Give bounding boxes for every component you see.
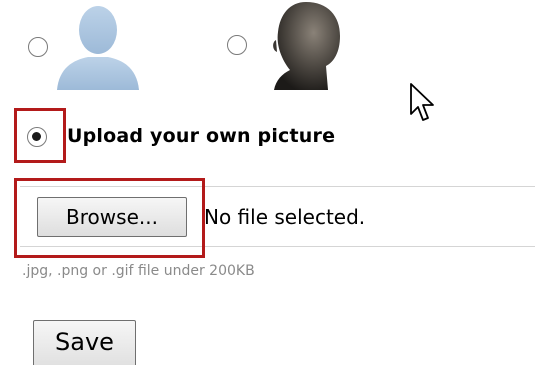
file-status-text: No file selected. [204,205,366,229]
file-requirements-hint: .jpg, .png or .gif file under 200KB [22,263,255,279]
photo-avatar-image[interactable] [268,0,344,90]
radio-photo-avatar[interactable] [227,35,247,55]
save-button[interactable]: Save [33,320,136,365]
default-avatar-image[interactable] [55,2,141,90]
highlight-box-browse [14,178,205,258]
radio-default-avatar[interactable] [28,37,48,57]
highlight-box-upload-radio [14,108,66,163]
mouse-cursor-icon [410,83,434,121]
avatar-picture-form: Upload your own picture Browse... No fil… [0,0,535,365]
upload-picture-label[interactable]: Upload your own picture [67,125,335,147]
